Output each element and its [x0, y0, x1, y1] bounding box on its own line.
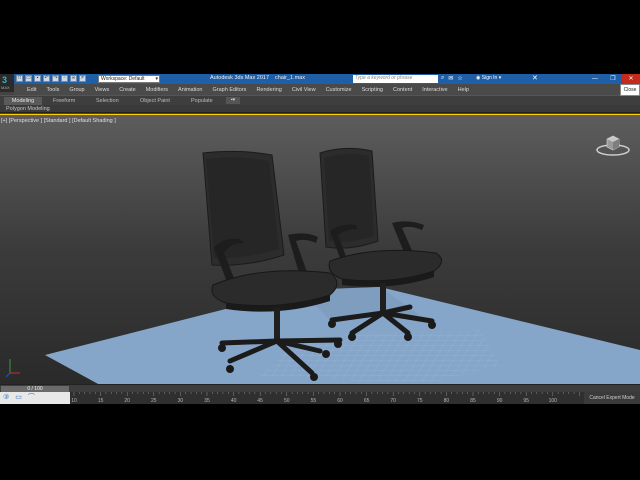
close-tooltip: Close — [620, 84, 640, 96]
menu-group[interactable]: Group — [64, 87, 89, 93]
ruler-label: 30 — [178, 398, 184, 404]
ruler-label: 80 — [444, 398, 450, 404]
ruler-label: 45 — [257, 398, 263, 404]
ribbon-options-dropdown[interactable]: ▪▾ — [226, 97, 240, 104]
window-title: Autodesk 3ds Max 2017 chair_1.max — [210, 75, 305, 81]
menu-animation[interactable]: Animation — [173, 87, 207, 93]
ruler-label: 75 — [417, 398, 423, 404]
exchange-icon[interactable]: ✕ — [532, 74, 538, 82]
scene-render — [5, 147, 640, 384]
menu-edit[interactable]: Edit — [22, 87, 41, 93]
ruler-label: 65 — [364, 398, 370, 404]
link-icon[interactable]: ∞ — [70, 75, 77, 82]
track-bar: ③ ▭ ⌒ 10 15 20 25 30 35 40 45 50 55 60 65 70 75 80 85 90… — [0, 392, 640, 404]
new-icon[interactable]: □ — [16, 75, 23, 82]
menu-civil-view[interactable]: Civil View — [287, 87, 321, 93]
quick-access-toolbar: □ ▭ ▪ ↶ ↷ ▫ ∞ ≠ — [16, 75, 86, 83]
menu-create[interactable]: Create — [114, 87, 141, 93]
user-icon: ◉ — [476, 75, 481, 81]
close-button[interactable]: ✕ — [622, 74, 640, 84]
layer-icon[interactable]: ▭ — [15, 393, 22, 403]
tab-modeling[interactable]: Modeling — [4, 97, 42, 105]
menu-interactive[interactable]: Interactive — [417, 87, 452, 93]
ribbon-panel: Polygon Modeling — [0, 105, 640, 113]
menu-scripting[interactable]: Scripting — [357, 87, 388, 93]
3dsmax-window: 3 MAX □ ▭ ▪ ↶ ↷ ▫ ∞ ≠ Workspace: Default… — [0, 74, 640, 404]
ruler-label: 60 — [337, 398, 343, 404]
ruler-label: 40 — [231, 398, 237, 404]
restore-button[interactable]: ❐ — [604, 74, 622, 84]
axis-tripod — [5, 359, 20, 378]
menu-content[interactable]: Content — [388, 87, 417, 93]
ruler-label: 100 — [549, 398, 558, 404]
ruler-ticks: 10 15 20 25 30 35 40 45 50 55 60 65 70 75 80 85 90 95 100 — [71, 392, 580, 404]
search-input[interactable]: Type a keyword or phrase — [353, 75, 438, 83]
cancel-expert-mode-button[interactable]: Cancel Expert Mode — [584, 392, 640, 404]
ruler-label: 10 — [71, 398, 77, 404]
perspective-viewport[interactable]: [+] [Perspective ] [Standard ] [Default … — [0, 114, 640, 384]
logo-sub: MAX — [1, 85, 10, 90]
app-logo-button[interactable]: 3 MAX — [0, 74, 14, 92]
minimize-button[interactable]: — — [586, 74, 604, 84]
menu-help[interactable]: Help — [453, 87, 474, 93]
communication-icon[interactable]: ✉ — [448, 75, 453, 82]
viewport-label[interactable]: [+] [Perspective ] [Standard ] [Default … — [1, 118, 116, 124]
status-icons: ③ ▭ ⌒ — [0, 392, 70, 404]
tab-selection[interactable]: Selection — [96, 98, 119, 104]
ruler-label: 15 — [98, 398, 104, 404]
sign-in-button[interactable]: ◉ Sign In ▾ — [476, 75, 501, 81]
menu-tools[interactable]: Tools — [41, 87, 64, 93]
search-tools: ⌕ ✉ ☆ — [441, 75, 463, 82]
ribbon-tabs: Modeling Freeform Selection Object Paint… — [0, 95, 640, 105]
chevron-down-icon: ▾ — [498, 75, 502, 81]
ruler-label: 50 — [284, 398, 290, 404]
menu-graph-editors[interactable]: Graph Editors — [208, 87, 252, 93]
logo-glyph: 3 — [2, 75, 8, 85]
viewcube-icon[interactable] — [596, 133, 630, 157]
chevron-down-icon: ▾ — [155, 76, 158, 82]
undo-icon[interactable]: ↶ — [43, 75, 50, 82]
tab-populate[interactable]: Populate — [191, 98, 213, 104]
ruler-label: 90 — [497, 398, 503, 404]
ruler-label: 35 — [204, 398, 210, 404]
time-slider[interactable]: 0 / 100 — [0, 384, 640, 392]
workspace-dropdown[interactable]: Workspace: Default ▾ — [98, 75, 160, 83]
ruler-label: 95 — [523, 398, 529, 404]
tab-object-paint[interactable]: Object Paint — [140, 98, 170, 104]
redo-icon[interactable]: ↷ — [52, 75, 59, 82]
menu-bar: Edit Tools Group Views Create Modifiers … — [14, 84, 640, 95]
menu-modifiers[interactable]: Modifiers — [141, 87, 173, 93]
file-name: chair_1.max — [275, 75, 305, 81]
open-icon[interactable]: ▭ — [25, 75, 32, 82]
tab-freeform[interactable]: Freeform — [53, 98, 75, 104]
window-controls: — ❐ ✕ — [586, 74, 640, 84]
save-icon[interactable]: ▪ — [34, 75, 41, 82]
ruler-label: 70 — [390, 398, 396, 404]
search-placeholder: Type a keyword or phrase — [355, 75, 413, 81]
sign-in-label: Sign In — [481, 75, 498, 81]
favorites-icon[interactable]: ☆ — [457, 75, 462, 82]
ruler-label: 20 — [124, 398, 130, 404]
ruler-label: 55 — [311, 398, 317, 404]
menu-rendering[interactable]: Rendering — [251, 87, 286, 93]
maxscript-icon[interactable]: ③ — [3, 393, 9, 403]
title-bar: 3 MAX □ ▭ ▪ ↶ ↷ ▫ ∞ ≠ Workspace: Default… — [0, 74, 640, 92]
workspace-label: Workspace: Default — [101, 76, 145, 82]
ruler-label: 85 — [470, 398, 476, 404]
project-icon[interactable]: ▫ — [61, 75, 68, 82]
binoculars-icon[interactable]: ⌕ — [441, 75, 444, 82]
flag-icon[interactable]: ⌒ — [28, 393, 35, 403]
app-title: Autodesk 3ds Max 2017 — [210, 75, 270, 81]
polygon-modeling-label[interactable]: Polygon Modeling — [6, 106, 50, 112]
ruler-label: 25 — [151, 398, 157, 404]
unlink-icon[interactable]: ≠ — [79, 75, 86, 82]
menu-customize[interactable]: Customize — [321, 87, 357, 93]
timeline-ruler[interactable]: 10 15 20 25 30 35 40 45 50 55 60 65 70 75 80 85 90 95 100 — [70, 392, 582, 404]
menu-views[interactable]: Views — [90, 87, 115, 93]
